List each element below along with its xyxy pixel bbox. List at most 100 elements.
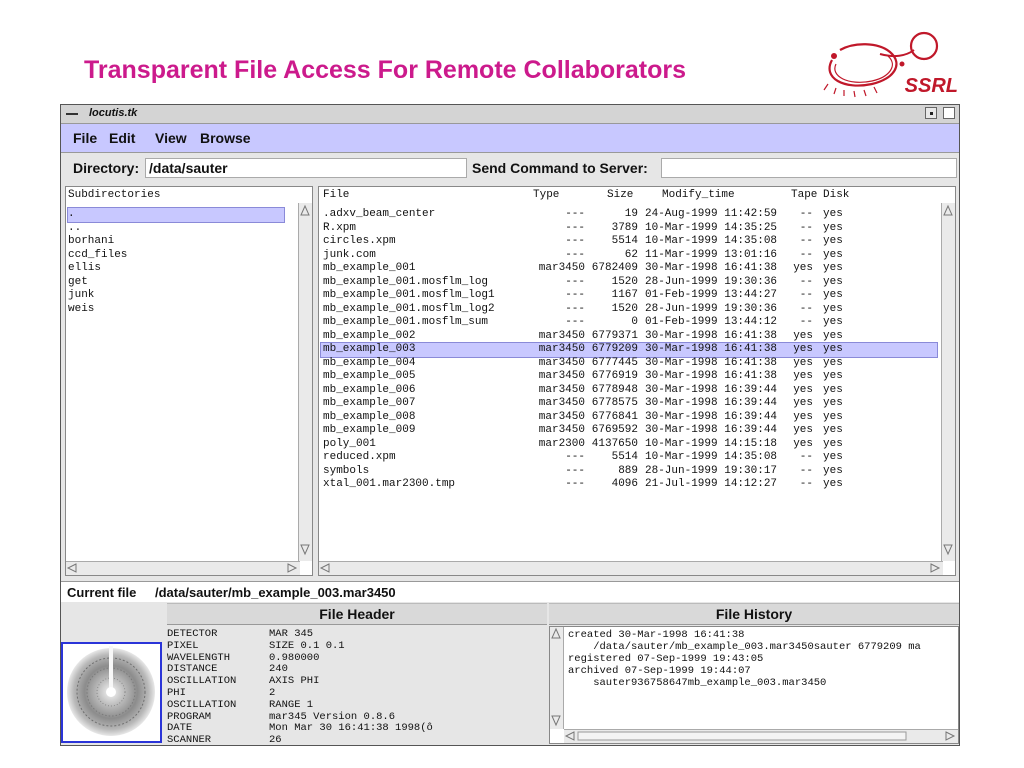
locutis-window: locutis.tk File Edit View Browse Directo…	[60, 104, 960, 746]
minimize-icon[interactable]	[925, 107, 937, 119]
file-type-cell: ---	[565, 451, 585, 463]
file-disk-cell: yes	[823, 370, 843, 382]
file-name-cell: mb_example_002	[323, 329, 416, 342]
file-name-cell: mb_example_001	[323, 262, 416, 274]
files-hscroll-arrows	[319, 563, 941, 573]
file-row[interactable]: mb_example_005 mar3450 6776919 30-Mar-1998 …	[321, 370, 937, 384]
file-name-cell: .adxv_beam_center	[323, 208, 436, 220]
file-row[interactable]: reduced.xpm --- 5514 10-Mar-1999 14:35:08 --…	[321, 451, 937, 465]
file-history-hscroll[interactable]	[564, 729, 958, 743]
menu-browse[interactable]: Browse	[200, 130, 251, 146]
file-name-cell: mb_example_008	[323, 410, 416, 423]
file-name-cell: symbols	[323, 464, 370, 477]
history-line: sauter936758647mb_example_003.mar3450	[568, 677, 827, 689]
file-row[interactable]: .adxv_beam_center --- 19 24-Aug-1999 11:42:…	[321, 208, 937, 222]
file-name-cell: mb_example_001.mosflm_log1	[323, 289, 495, 301]
file-disk-cell: yes	[823, 410, 843, 423]
file-row[interactable]: mb_example_001.mosflm_log2 --- 1520 28-Jun-…	[321, 303, 937, 317]
file-size-cell: 62	[624, 248, 638, 261]
file-tape-cell: yes	[793, 262, 813, 274]
send-command-input[interactable]	[661, 158, 957, 178]
file-tape-cell: --	[799, 302, 813, 315]
file-name-cell: circles.xpm	[323, 235, 396, 247]
subdirectories-vscroll[interactable]	[298, 203, 312, 561]
file-tape-cell: yes	[793, 356, 813, 369]
file-size-cell: 1167	[611, 289, 638, 301]
subdirectory-item[interactable]: get	[68, 276, 284, 290]
files-hscroll[interactable]	[319, 561, 943, 575]
file-history-vscroll-arrows	[551, 627, 561, 727]
window-titlebar[interactable]: locutis.tk	[61, 105, 959, 124]
subdirectory-item[interactable]: ..	[68, 222, 284, 236]
file-row[interactable]: xtal_001.mar2300.tmp --- 4096 21-Jul-1999 1…	[321, 478, 937, 492]
file-type-cell: ---	[565, 235, 585, 247]
maximize-icon[interactable]	[943, 107, 955, 119]
menu-file[interactable]: File	[73, 130, 97, 146]
window-menu-icon[interactable]	[66, 113, 78, 115]
file-row[interactable]: poly_001 mar2300 4137650 10-Mar-1999 14:15:…	[321, 438, 937, 452]
subdirectories-hscroll[interactable]	[66, 561, 300, 575]
file-type-cell: ---	[565, 316, 585, 328]
col-file[interactable]: File	[323, 187, 349, 203]
subdirectory-item[interactable]: .	[67, 207, 285, 223]
menu-view[interactable]: View	[155, 130, 187, 146]
file-name-cell: mb_example_007	[323, 397, 416, 409]
diffraction-image-icon	[67, 646, 155, 736]
subdirectory-item[interactable]: weis	[68, 303, 284, 317]
files-panel: File Type Size Modify_time Tape Disk .ad…	[318, 186, 956, 576]
file-tape-cell: yes	[793, 343, 813, 355]
file-row[interactable]: mb_example_001.mosflm_log --- 1520 28-Jun-1…	[321, 276, 937, 290]
file-modified-cell: 01-Feb-1999 13:44:12	[645, 316, 778, 328]
file-row[interactable]: circles.xpm --- 5514 10-Mar-1999 14:35:08 --…	[321, 235, 937, 249]
subdirectories-vscroll-arrows	[300, 204, 310, 556]
file-row[interactable]: mb_example_004 mar3450 6777445 30-Mar-1998 …	[321, 357, 937, 371]
file-row[interactable]: mb_example_006 mar3450 6778948 30-Mar-1998 …	[321, 384, 937, 398]
file-history-vscroll[interactable]	[550, 627, 564, 729]
file-tape-cell: --	[799, 478, 813, 490]
file-type-cell: mar3450	[538, 370, 585, 382]
subdirectory-item[interactable]: ccd_files	[68, 249, 284, 263]
file-size-cell: 6779209	[591, 343, 638, 355]
file-history-title: File History	[549, 603, 959, 625]
diffraction-thumbnail[interactable]	[61, 642, 162, 743]
file-size-cell: 6782409	[591, 262, 638, 274]
file-row[interactable]: junk.com --- 62 11-Mar-1999 13:01:16 -- yes	[321, 249, 937, 263]
header-value: Mon Mar 30 16:41:38 1998(ô	[269, 722, 433, 735]
file-modified-cell: 28-Jun-1999 19:30:36	[645, 275, 778, 288]
file-row[interactable]: symbols --- 889 28-Jun-1999 19:30:17 -- yes	[321, 465, 937, 479]
file-disk-cell: yes	[823, 248, 843, 261]
subdirectory-item[interactable]: ellis	[68, 262, 284, 276]
file-row[interactable]: mb_example_001.mosflm_log1 --- 1167 01-Feb-…	[321, 289, 937, 303]
file-size-cell: 6778575	[591, 397, 638, 409]
file-row[interactable]: mb_example_001.mosflm_sum --- 0 01-Feb-1999…	[321, 316, 937, 330]
file-type-cell: mar3450	[538, 343, 585, 355]
files-vscroll[interactable]	[941, 203, 955, 561]
file-modified-cell: 28-Jun-1999 19:30:17	[645, 464, 778, 477]
file-name-cell: mb_example_004	[323, 356, 416, 369]
col-size[interactable]: Size	[607, 187, 633, 203]
file-type-cell: ---	[565, 478, 585, 490]
file-row[interactable]: R.xpm --- 3789 10-Mar-1999 14:35:25 -- yes	[321, 222, 937, 236]
file-tape-cell: yes	[793, 410, 813, 423]
directory-field[interactable]: /data/sauter	[145, 158, 467, 178]
file-row[interactable]: mb_example_008 mar3450 6776841 30-Mar-1998 …	[321, 411, 937, 425]
file-modified-cell: 30-Mar-1998 16:41:38	[645, 356, 778, 369]
file-type-cell: mar3450	[538, 410, 585, 423]
file-modified-cell: 30-Mar-1998 16:39:44	[645, 410, 778, 423]
col-modify-time[interactable]: Modify_time	[662, 187, 735, 203]
file-row[interactable]: mb_example_003 mar3450 6779209 30-Mar-1998 …	[320, 342, 938, 358]
file-row[interactable]: mb_example_001 mar3450 6782409 30-Mar-1998 …	[321, 262, 937, 276]
file-row[interactable]: mb_example_007 mar3450 6778575 30-Mar-1998 …	[321, 397, 937, 411]
file-tape-cell: yes	[793, 370, 813, 382]
menu-edit[interactable]: Edit	[109, 130, 135, 146]
file-type-cell: ---	[565, 302, 585, 315]
file-row[interactable]: mb_example_002 mar3450 6779371 30-Mar-1998 …	[321, 330, 937, 344]
subdirectory-item[interactable]: junk	[68, 289, 284, 303]
col-type[interactable]: Type	[533, 187, 559, 203]
file-row[interactable]: mb_example_009 mar3450 6769592 30-Mar-1998 …	[321, 424, 937, 438]
file-history-hscroll-arrows	[564, 731, 956, 741]
col-tape[interactable]: Tape	[791, 187, 817, 203]
subdirectory-item[interactable]: borhani	[68, 235, 284, 249]
col-disk[interactable]: Disk	[823, 187, 849, 203]
file-type-cell: mar2300	[538, 437, 585, 450]
